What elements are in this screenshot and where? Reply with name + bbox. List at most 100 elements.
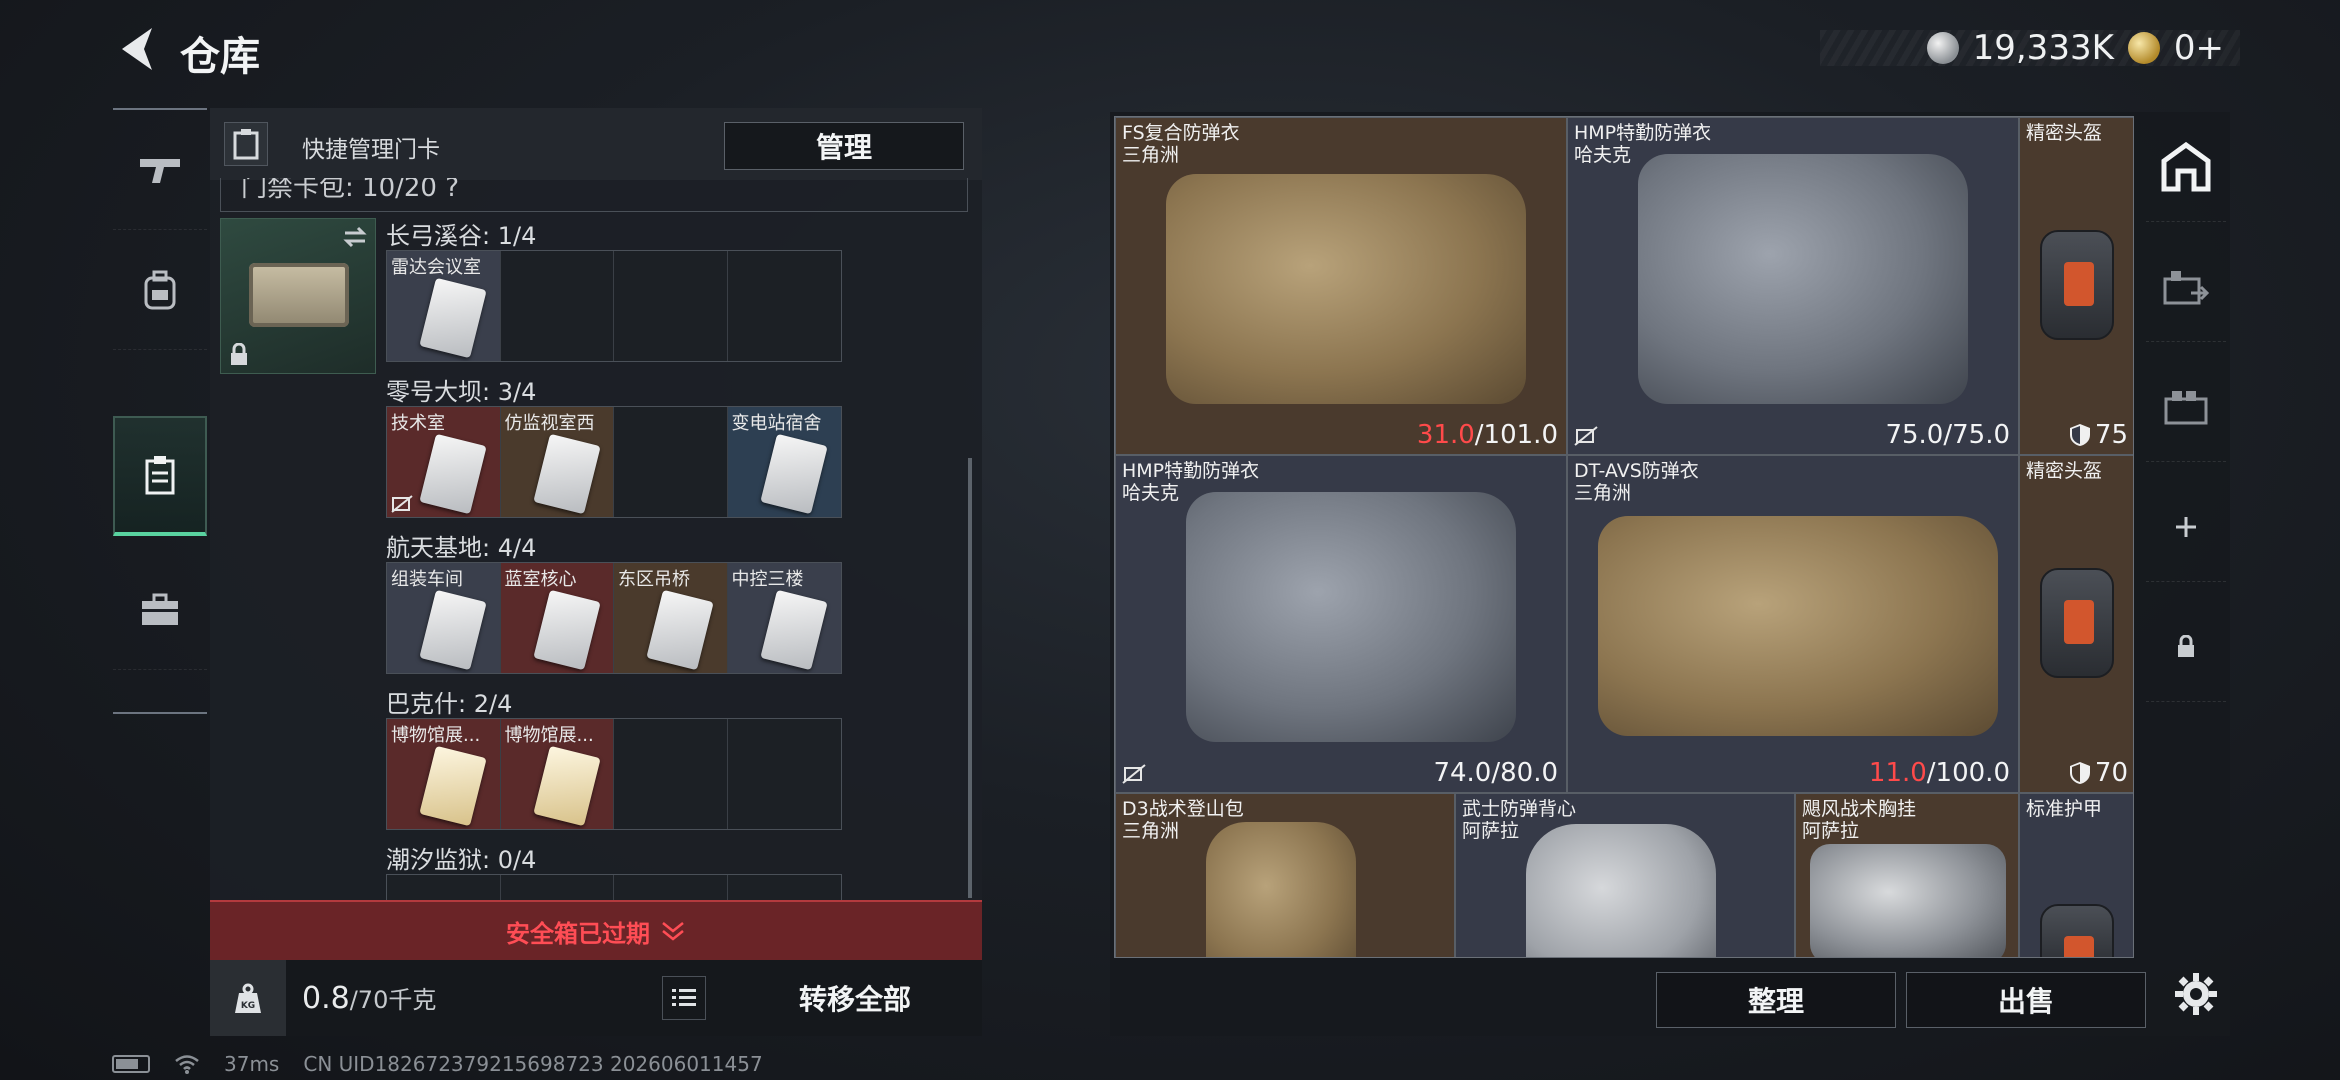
item-cell[interactable]: 精密头盔 70 xyxy=(2019,455,2133,793)
gear-icon xyxy=(2175,973,2217,1015)
empty-slot[interactable] xyxy=(727,719,841,829)
nav-keycards[interactable] xyxy=(113,416,207,536)
item-name: 精密头盔 xyxy=(2026,122,2103,144)
empty-slot[interactable] xyxy=(500,875,614,900)
slot-label: 中控三楼 xyxy=(731,569,804,590)
quick-manage-bar: 快捷管理门卡 管理 xyxy=(210,108,982,180)
silver-coin-icon xyxy=(1926,32,1959,64)
keycard-slot[interactable]: 中控三楼 xyxy=(727,563,841,673)
list-icon xyxy=(672,989,696,1006)
battery-icon xyxy=(112,1055,150,1073)
keycard-image xyxy=(419,433,487,515)
slot-row: 雷达会议室 xyxy=(386,250,842,362)
sort-button[interactable]: 整理 xyxy=(1656,972,1896,1028)
keycard-bag-icon xyxy=(224,122,268,166)
slot-label: 蓝室核心 xyxy=(504,569,577,590)
currency-bar: 19,333K 0+ xyxy=(1820,28,2240,68)
keycard-image xyxy=(532,433,601,515)
item-cell[interactable]: HMP特勤防弹衣 哈夫克 75.0/75.0 xyxy=(1567,117,2019,455)
keycard-image xyxy=(419,277,487,359)
empty-slot[interactable] xyxy=(727,251,841,361)
item-name: 精密头盔 xyxy=(2026,460,2103,482)
item-cell[interactable]: DT-AVS防弹衣 三角洲 11.0/100.0 xyxy=(1567,455,2019,793)
silver-amount: 19,333K xyxy=(1972,28,2114,68)
no-insure-icon xyxy=(1122,764,1146,784)
keycard-panel: 快捷管理门卡 管理 门禁卡包: 10/20 ? 长弓溪谷: 1/4 雷达会议室 … xyxy=(210,108,982,1036)
slot-label: 组装车间 xyxy=(391,569,463,590)
item-cell[interactable]: 标准护甲 xyxy=(2019,793,2133,957)
keycard-slot[interactable]: 博物馆展... xyxy=(387,719,501,829)
nav-weapons[interactable] xyxy=(113,110,207,230)
nav-gear[interactable] xyxy=(113,230,207,350)
keycard-image xyxy=(419,745,487,827)
weight-bar: KG 0.8/70千克 转移全部 xyxy=(210,960,982,1036)
sell-button[interactable]: 出售 xyxy=(1906,972,2146,1028)
wifi-icon xyxy=(175,1055,199,1074)
helmet-image xyxy=(2040,230,2114,340)
transfer-all-button[interactable]: 转移全部 xyxy=(730,960,980,1036)
item-cell[interactable]: FS复合防弹衣 三角洲 31.0/101.0 xyxy=(1115,117,1567,455)
storage-panel: FS复合防弹衣 三角洲 31.0/101.0 HMP特勤防弹衣 哈夫克 75.0/7… xyxy=(1110,112,2230,1036)
map-section-5: 潮汐监狱: 0/4 xyxy=(386,840,842,900)
gun-icon xyxy=(140,158,180,183)
manage-button[interactable]: 管理 xyxy=(724,122,964,170)
keycard-slot[interactable]: 组装车间 xyxy=(387,563,501,673)
weight-kg-icon: KG xyxy=(210,960,286,1036)
item-cell[interactable]: 精密头盔 75 xyxy=(2019,117,2133,455)
empty-slot[interactable] xyxy=(614,407,728,517)
item-cell[interactable]: D3战术登山包 三角洲 xyxy=(1115,793,1455,957)
section-title: 潮汐监狱: 0/4 xyxy=(386,846,537,874)
section-title: 巴克什: 2/4 xyxy=(386,690,513,718)
item-name: 武士防弹背心 阿萨拉 xyxy=(1462,798,1577,842)
shield-icon xyxy=(2069,424,2090,446)
keycard-slot[interactable]: 蓝室核心 xyxy=(500,563,614,673)
storage-home-button[interactable] xyxy=(2146,112,2226,222)
slot-label: 仿监视室西 xyxy=(504,413,595,434)
item-name: HMP特勤防弹衣 哈夫克 xyxy=(1122,460,1260,504)
add-storage-button[interactable] xyxy=(2146,472,2226,582)
back-button[interactable] xyxy=(112,22,162,76)
quick-manage-label: 快捷管理门卡 xyxy=(302,137,440,163)
keycard-image xyxy=(532,589,601,671)
settings-button[interactable] xyxy=(2156,954,2236,1034)
keycard-bag-capacity: 门禁卡包: 10/20 ? xyxy=(220,178,968,212)
shield-icon xyxy=(2069,762,2090,784)
empty-slot[interactable] xyxy=(727,875,841,900)
no-insure-icon xyxy=(1574,426,1598,446)
keycard-slot[interactable]: 博物馆展... xyxy=(500,719,614,829)
no-insure-icon xyxy=(391,495,413,513)
nav-briefcase[interactable] xyxy=(113,550,207,670)
keycard-slot[interactable]: 技术室 xyxy=(387,407,501,517)
armor-level: 75 xyxy=(2069,420,2128,450)
gold-amount: 0+ xyxy=(2173,28,2224,68)
locked-storage-button[interactable] xyxy=(2146,592,2226,702)
chest-rig-image xyxy=(1810,844,2006,957)
uid-text: CN UID182672379215698723 202606011457 xyxy=(303,1052,763,1076)
vest-image xyxy=(1598,516,1998,736)
keycard-slot[interactable]: 雷达会议室 xyxy=(387,251,501,361)
empty-slot[interactable] xyxy=(614,875,728,900)
scrollbar[interactable] xyxy=(968,458,972,898)
keycard-slot[interactable]: 东区吊桥 xyxy=(614,563,728,673)
item-name: 标准护甲 xyxy=(2026,798,2103,820)
item-cell[interactable]: 飓风战术胸挂 阿萨拉 xyxy=(1795,793,2019,957)
section-title: 长弓溪谷: 1/4 xyxy=(386,222,537,250)
keycard-slot[interactable]: 变电站宿舍 xyxy=(727,407,841,517)
item-name: DT-AVS防弹衣 三角洲 xyxy=(1574,460,1699,504)
map-section-2: 零号大坝: 3/4 技术室 仿监视室西 变电站宿舍 xyxy=(386,372,842,518)
item-cell[interactable]: 武士防弹背心 阿萨拉 xyxy=(1455,793,1795,957)
safebox-expired-bar[interactable]: 安全箱已过期 xyxy=(210,900,982,960)
empty-slot[interactable] xyxy=(614,251,728,361)
empty-slot[interactable] xyxy=(500,251,614,361)
stash-button[interactable] xyxy=(2146,352,2226,462)
empty-slot[interactable] xyxy=(614,719,728,829)
filter-button[interactable] xyxy=(2146,232,2226,342)
item-name: D3战术登山包 三角洲 xyxy=(1122,798,1244,842)
list-view-button[interactable] xyxy=(662,976,706,1020)
slot-label: 博物馆展... xyxy=(391,725,481,746)
item-cell[interactable]: HMP特勤防弹衣 哈夫克 74.0/80.0 xyxy=(1115,455,1567,793)
keycard-slot[interactable]: 仿监视室西 xyxy=(500,407,614,517)
keycard-holder-item[interactable] xyxy=(220,218,376,374)
keycard-image xyxy=(759,589,828,671)
empty-slot[interactable] xyxy=(387,875,501,900)
